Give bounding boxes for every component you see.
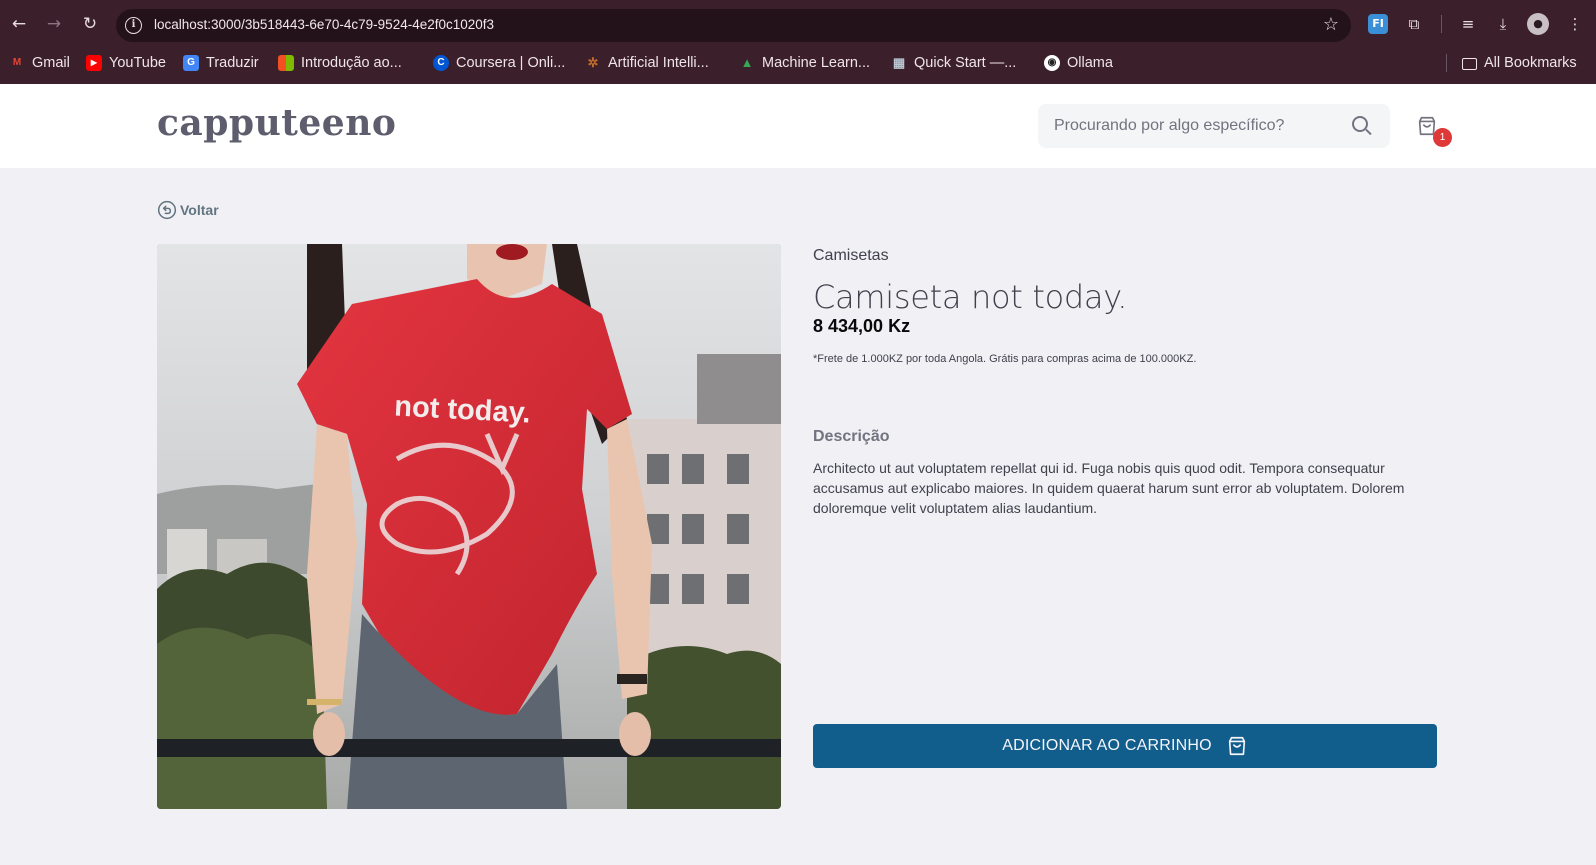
search-icon[interactable]	[1352, 116, 1372, 136]
product-price: 8 434,00 Kz	[813, 316, 911, 336]
site-header: capputeeno 1	[0, 84, 1596, 168]
bookmark-machine-learning[interactable]: ▲ Machine Learn...	[739, 53, 870, 73]
description-text: Architecto ut aut voluptatem repellat qu…	[813, 460, 1405, 516]
all-bookmarks[interactable]: All Bookmarks	[1462, 53, 1577, 73]
reload-icon[interactable]: ↻	[78, 12, 102, 36]
bookmark-coursera[interactable]: C Coursera | Onli...	[433, 53, 565, 73]
search-input[interactable]	[1038, 104, 1338, 148]
translate-icon: G	[183, 55, 199, 71]
bookmark-label: Quick Start —...	[914, 55, 1017, 71]
drive-icon: ▲	[740, 55, 754, 70]
bookmark-gmail[interactable]: M Gmail	[9, 53, 70, 73]
extension-fi-icon[interactable]: FI	[1368, 14, 1388, 34]
extensions-puzzle-icon[interactable]: ⧉	[1403, 13, 1425, 35]
coursera-icon: C	[433, 55, 449, 71]
docs-icon: ▦	[892, 55, 906, 70]
description-heading: Descrição	[813, 428, 890, 445]
browser-chrome: ← → ↻ i localhost:3000/3b518443-6e70-4c7…	[0, 0, 1596, 84]
bookmark-ollama[interactable]: ◉ Ollama	[1044, 53, 1113, 73]
gmail-icon: M	[12, 57, 22, 68]
bookmark-quick-start[interactable]: ▦ Quick Start —...	[891, 53, 1017, 73]
bookmark-youtube[interactable]: ▶ YouTube	[86, 53, 166, 73]
bookmark-ai[interactable]: ✲ Artificial Intelli...	[585, 53, 709, 73]
back-link[interactable]: Voltar	[157, 200, 219, 220]
site-info-icon[interactable]: i	[125, 17, 142, 34]
folder-icon	[1462, 58, 1477, 70]
add-to-cart-button[interactable]: ADICIONAR AO CARRINHO	[813, 724, 1437, 768]
bookmarks-divider	[1446, 54, 1447, 72]
product-image: not today.	[157, 244, 781, 809]
profile-avatar-icon[interactable]: ●	[1527, 13, 1549, 35]
address-bar[interactable]: i localhost:3000/3b518443-6e70-4c79-9524…	[116, 9, 1351, 42]
bookmark-label: Ollama	[1067, 55, 1113, 71]
bookmark-label: Introdução ao...	[301, 55, 402, 71]
shopping-bag-icon	[1228, 736, 1245, 756]
all-bookmarks-label: All Bookmarks	[1484, 55, 1577, 71]
bookmark-label: YouTube	[109, 55, 166, 71]
forward-arrow-icon[interactable]: →	[42, 12, 66, 36]
browser-toolbar: ← → ↻ i localhost:3000/3b518443-6e70-4c7…	[0, 0, 1596, 47]
bookmarks-bar: M Gmail ▶ YouTube G Traduzir Introdução …	[0, 48, 1596, 78]
back-label: Voltar	[180, 202, 219, 218]
cart-count-badge: 1	[1433, 128, 1452, 147]
product-category: Camisetas	[813, 247, 889, 264]
bookmark-introducao[interactable]: Introdução ao...	[278, 53, 402, 73]
search-box	[1038, 104, 1390, 148]
cart-button[interactable]: 1	[1412, 113, 1452, 149]
product-photo: not today.	[157, 244, 781, 809]
shipping-note: *Frete de 1.000KZ por toda Angola. Gráti…	[813, 353, 1197, 365]
product-title: Camiseta not today.	[813, 278, 1128, 316]
bookmark-label: Machine Learn...	[762, 55, 871, 71]
bookmark-label: Artificial Intelli...	[608, 55, 709, 71]
add-to-cart-label: ADICIONAR AO CARRINHO	[1002, 737, 1212, 754]
bookmark-label: Coursera | Onli...	[456, 55, 566, 71]
downloads-icon[interactable]: ⤓	[1492, 13, 1514, 35]
bookmark-label: Traduzir	[206, 55, 259, 71]
microsoft-icon	[278, 55, 294, 71]
browser-menu-icon[interactable]: ⋮	[1564, 13, 1586, 35]
back-arrow-icon[interactable]: ←	[7, 12, 31, 36]
bookmark-label: Gmail	[32, 55, 70, 71]
media-controls-icon[interactable]: ≡	[1457, 13, 1479, 35]
toolbar-divider	[1441, 15, 1442, 33]
bookmark-star-icon[interactable]: ☆	[1323, 14, 1339, 35]
bookmark-traduzir[interactable]: G Traduzir	[183, 53, 259, 73]
ai-icon: ✲	[587, 55, 599, 70]
site-logo[interactable]: capputeeno	[157, 102, 396, 144]
youtube-icon: ▶	[86, 55, 102, 71]
ollama-icon: ◉	[1044, 55, 1060, 71]
back-circle-icon	[157, 200, 177, 220]
address-url[interactable]: localhost:3000/3b518443-6e70-4c79-9524-4…	[154, 17, 494, 32]
